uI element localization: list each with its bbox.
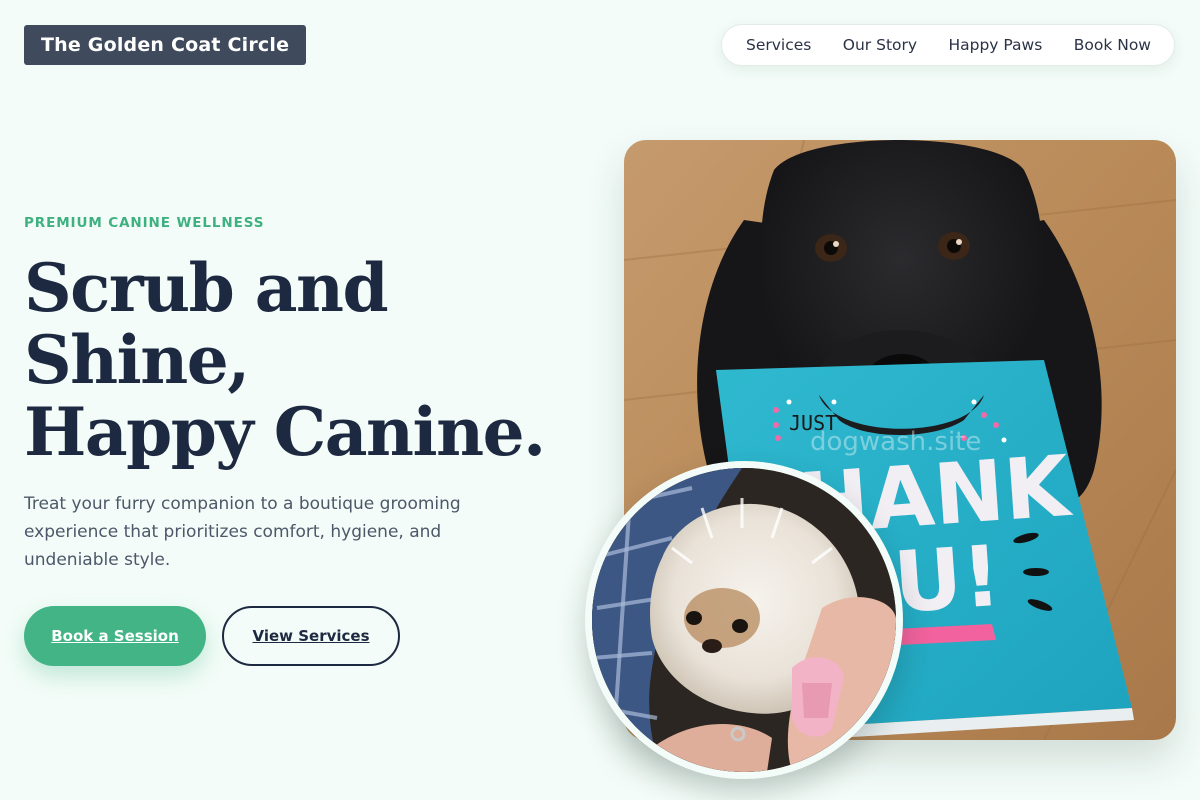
- image-watermark: dogwash.site: [810, 427, 982, 457]
- nav-link-our-story[interactable]: Our Story: [843, 36, 917, 54]
- hero-eyebrow: PREMIUM CANINE WELLNESS: [24, 215, 265, 231]
- hero-photo-puppy-grooming: [585, 461, 903, 779]
- view-services-button[interactable]: View Services: [222, 606, 400, 666]
- top-nav: Services Our Story Happy Paws Book Now: [721, 24, 1175, 66]
- brand-logo[interactable]: The Golden Coat Circle: [24, 25, 307, 65]
- nav-link-services[interactable]: Services: [746, 36, 811, 54]
- headline-line-3: Happy Canine.: [24, 393, 546, 471]
- puppy-illustration: [592, 468, 896, 772]
- hero-headline: Scrub and Shine, Happy Canine.: [24, 252, 584, 468]
- headline-line-1: Scrub and: [24, 249, 389, 327]
- hero-description: Treat your furry companion to a boutique…: [24, 494, 461, 570]
- headline-line-2: Shine,: [24, 321, 250, 399]
- book-session-button[interactable]: Book a Session: [24, 606, 206, 666]
- nav-link-happy-paws[interactable]: Happy Paws: [948, 36, 1042, 54]
- card-text-you: U!: [891, 527, 1004, 632]
- nav-link-book-now[interactable]: Book Now: [1074, 36, 1151, 54]
